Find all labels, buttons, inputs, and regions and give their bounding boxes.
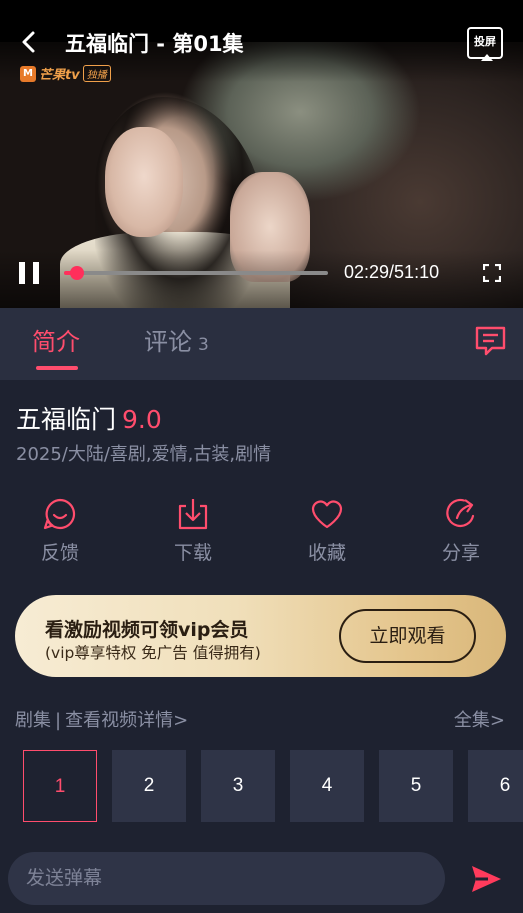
show-name: 五福临门 [16, 405, 117, 434]
video-details-link[interactable]: 查看视频详情> [65, 710, 188, 731]
episode-item[interactable]: 1 [23, 750, 97, 822]
send-icon[interactable] [470, 864, 503, 894]
cast-screen-icon[interactable]: 投屏 [467, 27, 503, 61]
pause-icon[interactable] [19, 262, 39, 284]
feedback-icon [43, 498, 76, 530]
episode-item[interactable]: 6 [468, 750, 523, 822]
vip-promo-banner[interactable]: 看激励视频可领vip会员 (vip尊享特权 免广告 值得拥有) 立即观看 [15, 595, 506, 677]
tab-intro[interactable]: 简介 [32, 322, 80, 357]
vip-subtitle: (vip尊享特权 免广告 值得拥有) [45, 644, 261, 662]
action-row: 反馈 下载 收藏 分享 [0, 496, 523, 576]
download-icon [178, 499, 208, 530]
show-score: 9.0 [122, 405, 162, 434]
show-meta: 2025/大陆/喜剧,爱情,古装,剧情 [16, 444, 272, 465]
share-button[interactable]: 分享 [416, 496, 506, 565]
episode-item[interactable]: 5 [379, 750, 453, 822]
episodes-label: 剧集 [15, 710, 51, 731]
tab-comments[interactable]: 评论 3 [144, 322, 209, 357]
episodes-header: 剧集 | 查看视频详情> [15, 706, 188, 732]
cast-triangle [481, 54, 493, 61]
episode-item[interactable]: 4 [290, 750, 364, 822]
progress-thumb[interactable] [69, 266, 84, 280]
favorite-label: 收藏 [307, 542, 346, 564]
watch-now-button[interactable]: 立即观看 [339, 609, 476, 663]
watermark-badge: 独播 [82, 65, 111, 82]
episode-item[interactable]: 3 [201, 750, 275, 822]
episode-list: 1 2 3 4 5 6 [0, 750, 523, 824]
heart-icon [311, 500, 343, 529]
tab-comments-label: 评论 [144, 328, 192, 356]
progress-bar[interactable] [64, 266, 328, 280]
danmaku-list-icon[interactable] [474, 325, 507, 357]
episodes-separator: | [55, 710, 62, 731]
comments-count: 3 [198, 335, 209, 355]
vip-title: 看激励视频可领vip会员 [45, 619, 249, 641]
download-label: 下载 [173, 542, 212, 564]
tab-intro-indicator [36, 366, 78, 370]
download-button[interactable]: 下载 [148, 496, 238, 565]
share-label: 分享 [441, 542, 480, 564]
favorite-button[interactable]: 收藏 [282, 496, 372, 565]
share-icon [446, 498, 475, 528]
show-title: 五福临门 9.0 [16, 400, 162, 436]
danmaku-input[interactable]: 发送弹幕 [8, 852, 445, 905]
mango-logo: M [20, 65, 36, 82]
feedback-button[interactable]: 反馈 [15, 496, 105, 565]
playback-time: 02:29/51:10 [344, 262, 440, 282]
chevron-left-icon[interactable] [18, 28, 40, 56]
feedback-label: 反馈 [40, 542, 79, 564]
video-player[interactable]: 五福临门 - 第01集 投屏 M 芒果tv 独播 02:29/51:10 [0, 0, 523, 308]
episode-item[interactable]: 2 [112, 750, 186, 822]
episode-title: 五福临门 - 第01集 [65, 32, 244, 56]
detail-tabs: 简介 评论 3 [0, 308, 523, 380]
watermark-brand: 芒果tv [39, 68, 80, 83]
cast-label: 投屏 [474, 35, 496, 48]
watermark: M 芒果tv 独播 [20, 64, 111, 83]
video-scene-face [105, 127, 183, 237]
fullscreen-icon[interactable] [483, 264, 501, 282]
all-episodes-link[interactable]: 全集> [454, 706, 505, 732]
